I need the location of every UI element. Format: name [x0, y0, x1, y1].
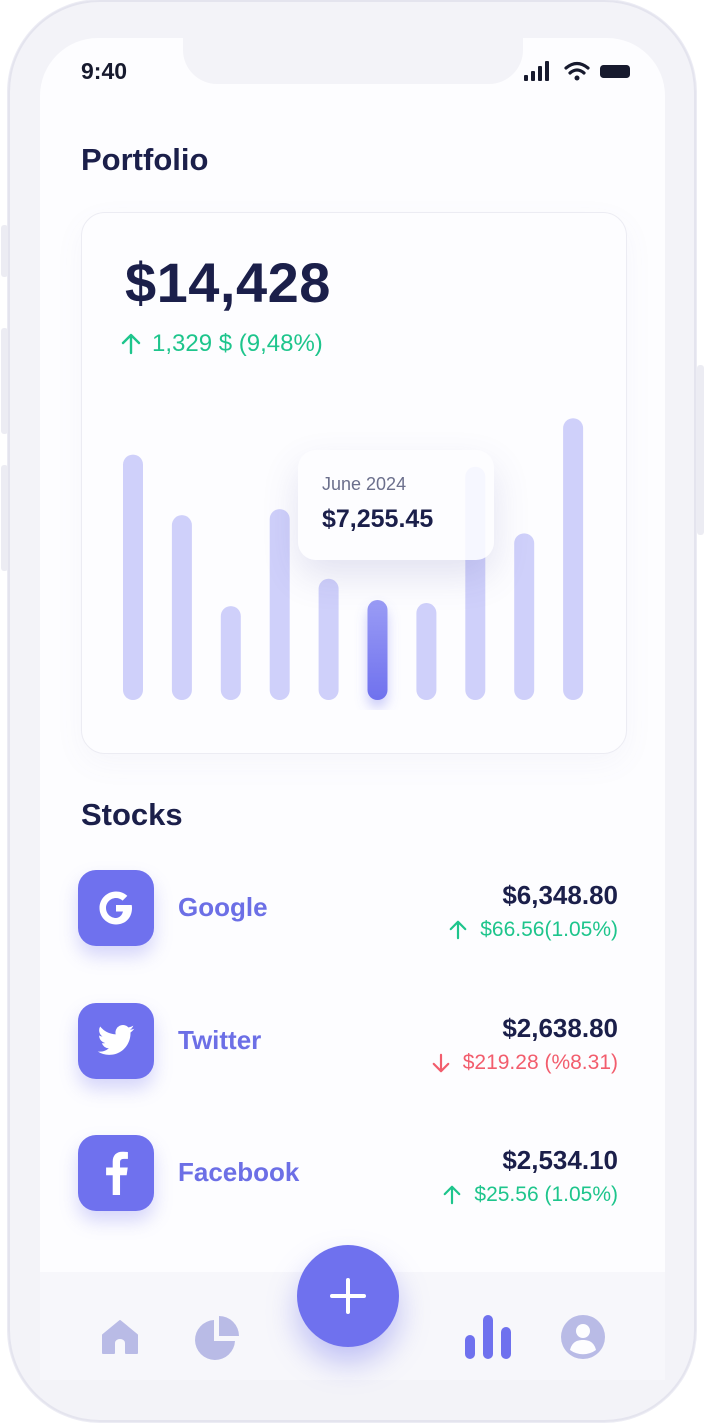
arrow-down-icon: [432, 1053, 450, 1073]
chart-bar-selected[interactable]: [367, 600, 388, 700]
notch: [183, 38, 523, 84]
portfolio-change: 1,329 $ (9,48%): [120, 330, 323, 358]
stock-name: Google: [178, 892, 268, 922]
stock-name: Facebook: [178, 1157, 300, 1187]
arrow-up-icon: [444, 1185, 461, 1205]
chart-bar[interactable]: [318, 578, 339, 700]
status-time: 9:40: [81, 58, 128, 84]
arrow-up-icon: [121, 333, 141, 355]
stock-row-google[interactable]: Google $6,348.80 $66.56(1.05%): [78, 870, 618, 950]
side-button: [1, 465, 8, 571]
profile-icon[interactable]: [560, 1314, 606, 1360]
home-icon[interactable]: [100, 1317, 140, 1357]
stock-price: $2,638.80: [502, 1013, 618, 1043]
side-button: [697, 365, 704, 535]
facebook-f-icon: [78, 1135, 154, 1211]
status-icons: [524, 60, 634, 82]
wifi-icon: [564, 61, 590, 81]
chart-bar[interactable]: [514, 533, 535, 700]
stock-change-value: $219.28 (%8.31): [462, 1051, 618, 1074]
stock-row-twitter[interactable]: Twitter $2,638.80 $219.28 (%8.31): [78, 1003, 618, 1083]
signal-icon: [524, 61, 549, 81]
stock-change: $219.28 (%8.31): [431, 1051, 618, 1075]
chart-bar[interactable]: [123, 454, 143, 700]
stock-change-value: $25.56 (1.05%): [474, 1183, 618, 1206]
stock-price: $2,534.10: [502, 1145, 618, 1175]
plus-icon: [330, 1278, 366, 1314]
bar-chart-icon[interactable]: [462, 1313, 514, 1361]
chart-bar[interactable]: [269, 509, 290, 700]
stock-price: $6,348.80: [502, 880, 618, 910]
portfolio-change-value: 1,329 $ (9,48%): [152, 330, 323, 357]
side-button: [1, 328, 8, 434]
stock-change: $66.56(1.05%): [448, 918, 618, 942]
pie-chart-icon[interactable]: [192, 1313, 242, 1363]
arrow-up-icon: [449, 920, 467, 940]
chart-bar[interactable]: [563, 418, 584, 700]
stocks-title: Stocks: [81, 797, 183, 832]
stock-change-value: $66.56(1.05%): [480, 918, 618, 941]
chart-bar[interactable]: [171, 515, 192, 700]
page-title: Portfolio: [81, 142, 209, 177]
google-logo-icon: [78, 870, 154, 946]
stock-row-facebook[interactable]: Facebook $2,534.10 $25.56 (1.05%): [78, 1135, 618, 1215]
battery-icon: [600, 65, 630, 78]
chart-bar[interactable]: [220, 606, 241, 700]
twitter-bird-icon: [78, 1003, 154, 1079]
portfolio-total: $14,428: [125, 251, 331, 314]
chart-bar[interactable]: [416, 603, 437, 700]
stock-change: $25.56 (1.05%): [442, 1183, 618, 1207]
tooltip-month: June 2024: [322, 474, 407, 494]
tooltip-value: $7,255.45: [322, 505, 434, 533]
chart-tooltip: June 2024 $7,255.45: [298, 450, 494, 560]
side-button: [1, 225, 8, 277]
stock-name: Twitter: [178, 1025, 262, 1055]
add-button[interactable]: [297, 1245, 399, 1347]
